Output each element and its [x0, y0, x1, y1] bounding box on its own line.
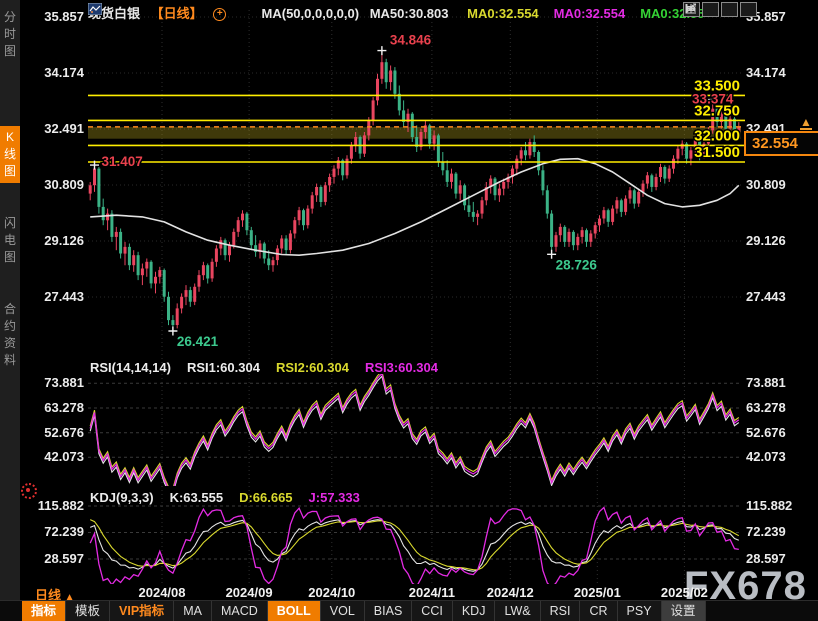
y-axis-label: 34.174 — [28, 65, 84, 80]
toolbar-button-0[interactable]: 指标 — [22, 601, 66, 621]
y-axis-label: 73.881 — [746, 375, 810, 390]
rsi-item-1: RSI2:60.304 — [276, 360, 349, 375]
x-axis-label: 2025/01 — [574, 585, 621, 600]
period-tag[interactable]: 【日线】 — [151, 6, 203, 21]
toolbar-button-11[interactable]: RSI — [541, 601, 581, 621]
ma-formula-label: MA(50,0,0,0,0,0) — [262, 6, 360, 21]
ma-item-0: MA0:32.554 — [467, 6, 539, 21]
kdj-item-0: K:63.555 — [170, 490, 223, 505]
pan-right-icon[interactable] — [740, 2, 757, 17]
svg-text:28.726: 28.726 — [556, 257, 598, 272]
y-axis-label: 27.443 — [28, 289, 84, 304]
y-axis-label: 32.491 — [28, 121, 84, 136]
svg-text:31.500: 31.500 — [694, 144, 740, 161]
x-axis-label: 2024/09 — [226, 585, 273, 600]
x-axis-label: 2024/11 — [409, 585, 455, 600]
toolbar-button-14[interactable]: 设置 — [662, 601, 706, 621]
y-axis-label: 27.443 — [746, 289, 810, 304]
sidebar-tab-3[interactable]: 合约资料 — [0, 298, 20, 372]
toolbar-button-8[interactable]: CCI — [412, 601, 453, 621]
sidebar-tab-1[interactable]: K线图 — [0, 126, 20, 183]
rsi-item-2: RSI3:60.304 — [365, 360, 438, 375]
y-axis-label: 52.676 — [28, 425, 84, 440]
y-axis-label: 35.857 — [28, 9, 84, 24]
rsi-formula-label: RSI(14,14,14) — [90, 360, 171, 375]
kdj-legend: KDJ(9,3,3) K:63.555 D:66.665 J:57.333 — [90, 490, 376, 505]
y-axis-label: 115.882 — [28, 498, 84, 513]
left-sidebar: 分时图 K线图闪电图合约资料 — [0, 0, 20, 621]
toolbar-button-5[interactable]: BOLL — [268, 601, 321, 621]
trading-app-window: 33.50032.75032.00031.50031.40726.42134.8… — [0, 0, 818, 621]
sidebar-tab-0[interactable]: 分时图 — [0, 6, 20, 63]
x-axis-label: 2024/10 — [308, 585, 355, 600]
kdj-item-2: J:57.333 — [309, 490, 360, 505]
y-axis-label: 63.278 — [746, 400, 810, 415]
mini-chart-icon — [237, 9, 251, 21]
fit-y-axis-icon[interactable] — [702, 2, 719, 17]
indicator-toolbar: 指标模板VIP指标MAMACDBOLLVOLBIASCCIKDJLW&RSICR… — [0, 600, 818, 621]
y-axis-label: 115.882 — [746, 498, 810, 513]
toolbar-button-2[interactable]: VIP指标 — [110, 601, 174, 621]
kdj-formula-label: KDJ(9,3,3) — [90, 490, 154, 505]
chart-canvas[interactable]: 33.50032.75032.00031.50031.40726.42134.8… — [0, 0, 818, 621]
fit-x-axis-icon[interactable] — [721, 2, 738, 17]
ma-value-labels: MA0:32.554MA0:32.554MA0:32.55 — [459, 6, 711, 21]
toolbar-button-7[interactable]: BIAS — [365, 601, 413, 621]
toolbar-button-12[interactable]: CR — [580, 601, 617, 621]
svg-text:26.421: 26.421 — [177, 334, 219, 349]
svg-text:33.374: 33.374 — [692, 92, 734, 107]
toolbar-button-10[interactable]: LW& — [495, 601, 540, 621]
x-axis-label: 2025/02 — [661, 585, 708, 600]
y-axis-label: 42.073 — [28, 449, 84, 464]
price-alert-icon[interactable]: ▲ — [798, 116, 814, 130]
sidebar-tab-2[interactable]: 闪电图 — [0, 212, 20, 269]
y-axis-label: 42.073 — [746, 449, 810, 464]
ma50-value-label: MA50:30.803 — [370, 6, 449, 21]
svg-text:34.846: 34.846 — [390, 33, 432, 48]
toolbar-button-6[interactable]: VOL — [321, 601, 365, 621]
record-indicator-icon — [21, 483, 37, 499]
y-axis-label: 73.881 — [28, 375, 84, 390]
toolbar-button-9[interactable]: KDJ — [453, 601, 496, 621]
toolbar-button-4[interactable]: MACD — [212, 601, 268, 621]
y-axis-label: 29.126 — [746, 233, 810, 248]
rsi-legend: RSI(14,14,14) RSI1:60.304 RSI2:60.304 RSI3:… — [90, 360, 454, 375]
y-axis-label: 72.239 — [28, 524, 84, 539]
x-axis-label: 2024/08 — [139, 585, 186, 600]
y-axis-label: 28.597 — [28, 551, 84, 566]
y-axis-label: 30.809 — [28, 177, 84, 192]
y-axis-label: 63.278 — [28, 400, 84, 415]
current-price-tag[interactable]: 32.554 — [744, 131, 818, 156]
kdj-item-1: D:66.665 — [239, 490, 292, 505]
y-axis-label: 34.174 — [746, 65, 810, 80]
svg-text:32.000: 32.000 — [694, 127, 740, 144]
toolbar-button-3[interactable]: MA — [174, 601, 212, 621]
y-axis-label: 52.676 — [746, 425, 810, 440]
chart-header: 现货白银 【日线】 + MA(50,0,0,0,0,0) MA50:30.803… — [88, 3, 719, 19]
y-axis-label: 29.126 — [28, 233, 84, 248]
toolbar-button-13[interactable]: PSY — [618, 601, 662, 621]
rsi-item-0: RSI1:60.304 — [187, 360, 260, 375]
x-axis-row: 日线 ▲ 2024/082024/092024/102024/112024/12… — [0, 585, 818, 600]
chart-toolbar-icons — [683, 2, 757, 17]
y-axis-label: 72.239 — [746, 524, 810, 539]
svg-text:31.407: 31.407 — [102, 154, 143, 169]
y-axis-label: 30.809 — [746, 177, 810, 192]
ma-item-1: MA0:32.554 — [554, 6, 626, 21]
x-axis-label: 2024/12 — [487, 585, 534, 600]
toolbar-button-1[interactable]: 模板 — [66, 601, 110, 621]
